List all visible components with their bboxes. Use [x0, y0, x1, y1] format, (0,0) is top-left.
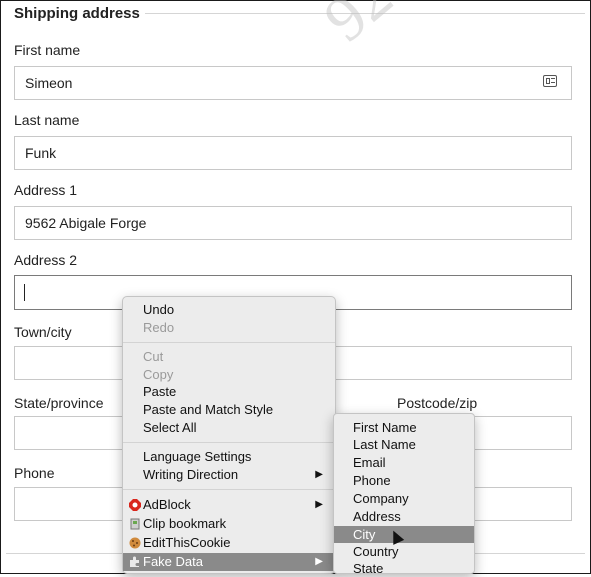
submenu-item-phone[interactable]: Phone	[334, 472, 474, 489]
writing-direction-label: Writing Direction	[143, 467, 239, 482]
contact-card-icon[interactable]	[543, 75, 557, 87]
menu-separator	[123, 489, 335, 490]
submenu-item-first-name[interactable]: First Name	[334, 419, 474, 436]
menu-item-writing-direction[interactable]: Writing Direction ▶	[123, 466, 335, 484]
submenu-item-company[interactable]: Company	[334, 490, 474, 507]
submenu-arrow-icon: ▶	[315, 499, 323, 510]
clip-bookmark-icon	[130, 518, 140, 530]
menu-item-paste[interactable]: Paste	[123, 383, 335, 401]
address1-input[interactable]: 9562 Abigale Forge	[14, 206, 572, 240]
menu-separator	[123, 442, 335, 443]
submenu-item-address[interactable]: Address	[334, 508, 474, 525]
menu-separator	[123, 342, 335, 343]
submenu-item-email[interactable]: Email	[334, 454, 474, 471]
submenu-arrow-icon: ▶	[315, 469, 323, 480]
submenu-arrow-icon: ▶	[315, 556, 323, 567]
postcode-label: Postcode/zip	[397, 395, 478, 411]
menu-item-cut[interactable]: Cut	[123, 348, 335, 366]
fake-data-label: Fake Data	[143, 554, 203, 569]
adblock-label: AdBlock	[143, 497, 191, 512]
text-caret	[24, 284, 25, 301]
address2-label: Address 2	[14, 252, 78, 268]
puzzle-icon	[130, 556, 139, 567]
first-name-input[interactable]: Simeon	[14, 66, 572, 100]
menu-item-select-all[interactable]: Select All	[123, 419, 335, 437]
address1-value: 9562 Abigale Forge	[25, 215, 147, 231]
menu-item-redo[interactable]: Redo	[123, 319, 335, 337]
context-menu: Undo Redo Cut Copy Paste Paste and Match…	[122, 296, 336, 574]
town-label: Town/city	[14, 324, 72, 340]
submenu-item-last-name[interactable]: Last Name	[334, 436, 474, 453]
menu-item-editthiscookie[interactable]: EditThisCookie	[123, 534, 335, 552]
first-name-value: Simeon	[25, 75, 73, 91]
address1-label: Address 1	[14, 182, 78, 198]
menu-item-clip-bookmark[interactable]: Clip bookmark	[123, 515, 335, 533]
submenu-item-state[interactable]: State	[334, 560, 474, 577]
cookie-icon	[129, 537, 141, 549]
fieldset-legend: Shipping address	[14, 5, 140, 22]
submenu-item-country[interactable]: Country	[334, 543, 474, 560]
menu-item-copy[interactable]: Copy	[123, 366, 335, 384]
first-name-label: First name	[14, 42, 81, 58]
editthiscookie-label: EditThisCookie	[143, 535, 231, 550]
last-name-value: Funk	[25, 145, 57, 161]
adblock-icon	[129, 499, 141, 511]
menu-item-paste-match-style[interactable]: Paste and Match Style	[123, 401, 335, 419]
menu-item-undo[interactable]: Undo	[123, 301, 335, 319]
menu-item-language-settings[interactable]: Language Settings	[123, 448, 335, 466]
submenu-item-city[interactable]: City	[334, 526, 474, 543]
fake-data-submenu: First Name Last Name Email Phone Company…	[333, 413, 475, 577]
clip-bookmark-label: Clip bookmark	[143, 516, 227, 531]
last-name-label: Last name	[14, 112, 80, 128]
state-label: State/province	[14, 395, 104, 411]
menu-item-adblock[interactable]: AdBlock ▶	[123, 496, 335, 514]
menu-item-fake-data[interactable]: Fake Data ▶	[123, 553, 335, 571]
last-name-input[interactable]: Funk	[14, 136, 572, 170]
phone-label: Phone	[14, 465, 55, 481]
